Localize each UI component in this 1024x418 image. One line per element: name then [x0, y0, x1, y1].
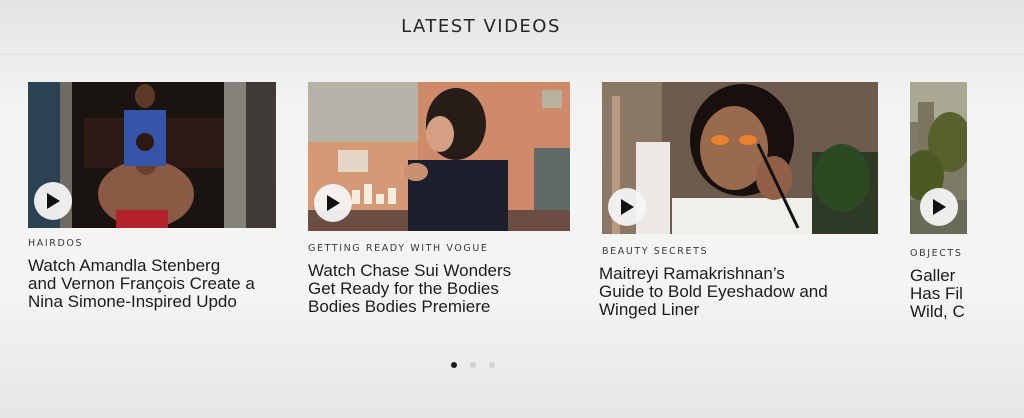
play-icon [327, 195, 340, 211]
video-card[interactable]: OBJECTS Galler Has Fil Wild, C [910, 82, 967, 342]
video-card[interactable]: GETTING READY WITH VOGUE Watch Chase Sui… [308, 82, 570, 316]
play-button[interactable] [34, 182, 72, 220]
carousel-pagination [451, 362, 495, 368]
video-card[interactable]: HAIRDOS Watch Amandla Stenberg and Verno… [28, 82, 276, 311]
video-category[interactable]: BEAUTY SECRETS [602, 246, 708, 257]
video-thumbnail[interactable] [910, 82, 967, 234]
video-category[interactable]: OBJECTS [910, 248, 962, 259]
video-thumbnail[interactable] [308, 82, 570, 231]
play-icon [621, 199, 634, 215]
divider [0, 54, 1024, 55]
video-title[interactable]: Watch Chase Sui Wonders Get Ready for th… [308, 262, 570, 316]
video-title[interactable]: Galler Has Fil Wild, C [910, 267, 967, 321]
pagination-dot-2[interactable] [470, 362, 476, 368]
video-card[interactable]: BEAUTY SECRETS Maitreyi Ramakrishnan’s G… [599, 82, 878, 319]
video-title[interactable]: Maitreyi Ramakrishnan’s Guide to Bold Ey… [599, 265, 889, 319]
play-button[interactable] [314, 184, 352, 222]
play-icon [47, 193, 60, 209]
pagination-dot-3[interactable] [489, 362, 495, 368]
pagination-dot-1[interactable] [451, 362, 457, 368]
video-thumbnail[interactable] [602, 82, 878, 234]
video-category[interactable]: GETTING READY WITH VOGUE [308, 243, 489, 254]
play-button[interactable] [920, 188, 958, 226]
section-title: LATEST VIDEOS [401, 16, 561, 37]
play-button[interactable] [608, 188, 646, 226]
video-thumbnail[interactable] [28, 82, 276, 228]
video-title[interactable]: Watch Amandla Stenberg and Vernon Franço… [28, 257, 288, 311]
play-icon [933, 199, 946, 215]
video-category[interactable]: HAIRDOS [28, 238, 83, 249]
